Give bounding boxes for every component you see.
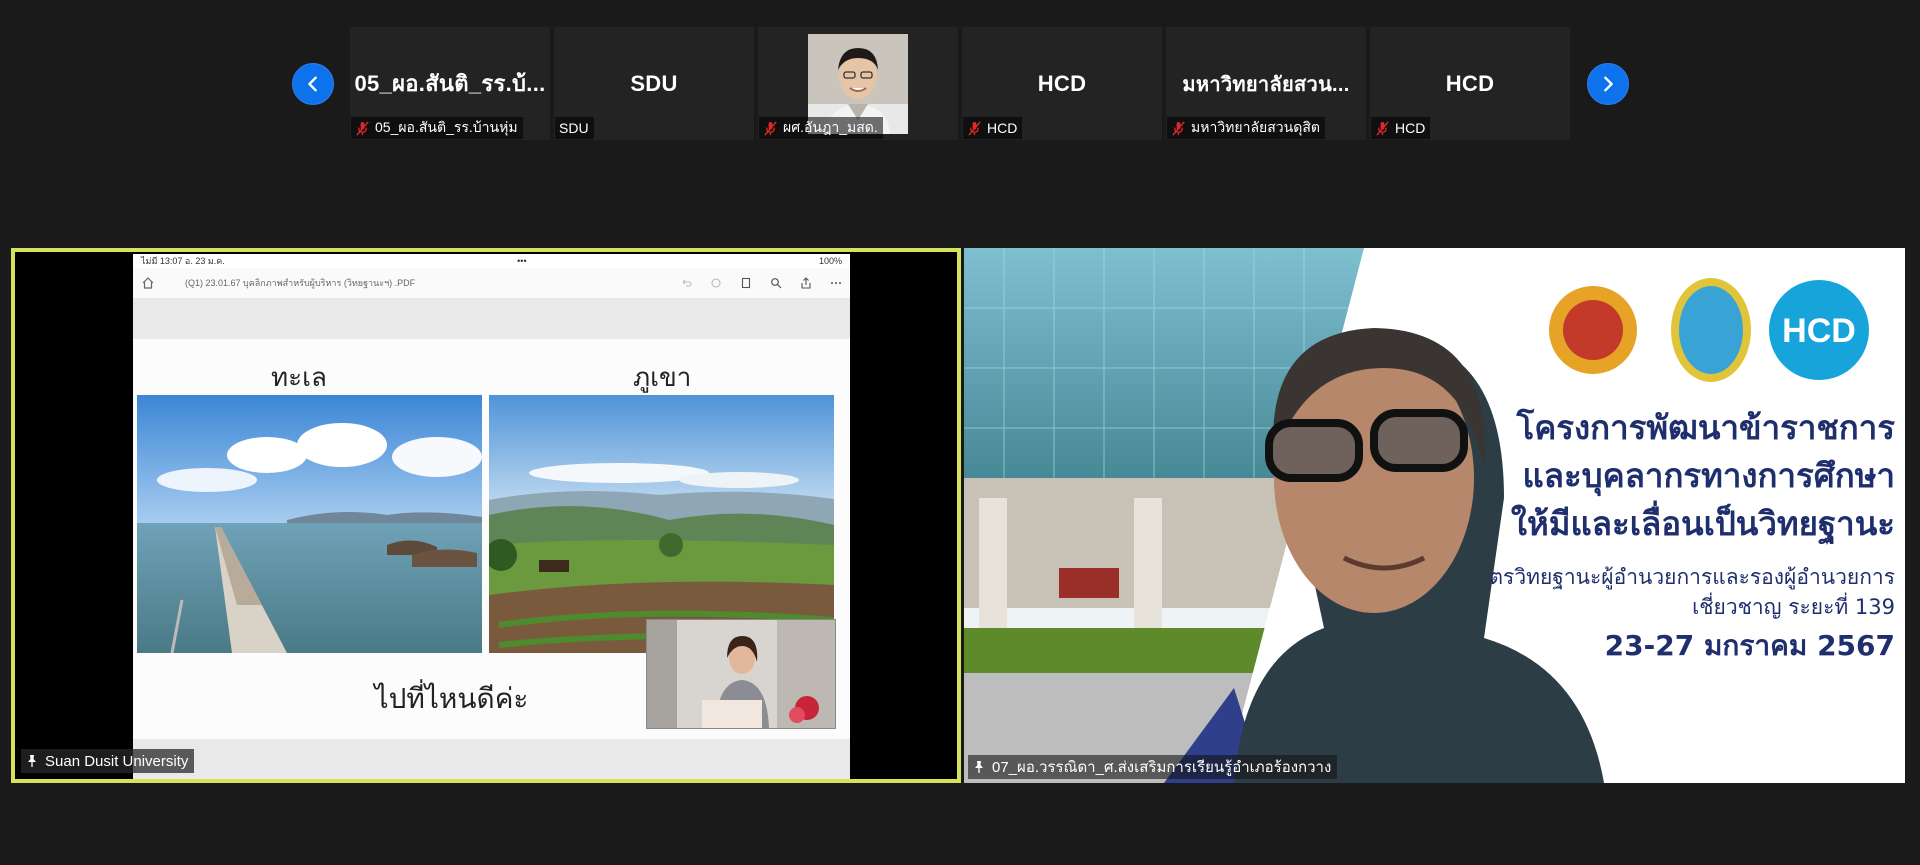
- participant-label: SDU: [555, 117, 594, 139]
- slide-heading-sea: ทะเล: [271, 363, 327, 393]
- mic-muted-icon: [1172, 120, 1185, 136]
- document-toolbar: (Q1) 23.01.67 บุคลิกภาพสำหรับผู้บริหาร (…: [133, 268, 850, 299]
- participant-name: 05_ผอ.สันติ_รร.บ้านหุ่ม: [375, 119, 518, 135]
- status-dots: •••: [517, 256, 527, 266]
- status-time: ไม่มี 13:07 อ. 23 ม.ค.: [141, 256, 225, 266]
- participant-name: Suan Dusit University: [45, 752, 189, 770]
- document-title: (Q1) 23.01.67 บุคลิกภาพสำหรับผู้บริหาร (…: [185, 278, 416, 288]
- chevron-right-icon: [1604, 76, 1613, 92]
- participant-name: SDU: [559, 120, 589, 136]
- markup-icon: [710, 277, 722, 289]
- mic-muted-icon: [356, 120, 369, 136]
- share-icon: [800, 277, 812, 289]
- banner-line-5: เชี่ยวชาญ ระยะที่ 139: [1692, 595, 1895, 619]
- participant-name: ผศ.อันฎา_มสด.: [783, 119, 878, 135]
- banner-line-6: 23-27 มกราคม 2567: [1604, 629, 1895, 662]
- strip-previous-button[interactable]: [292, 63, 334, 105]
- pin-icon: [28, 755, 36, 767]
- strip-next-button[interactable]: [1587, 63, 1629, 105]
- participant-name-tag: Suan Dusit University: [21, 749, 195, 773]
- participant-thumb-video[interactable]: ผศ.อันฎา_มสด.: [758, 27, 958, 140]
- pin-icon: [975, 761, 983, 773]
- hcd-logo-text: HCD: [1782, 312, 1856, 350]
- banner-line-3: ให้มีและเลื่อนเป็นวิทยฐานะ: [1510, 504, 1895, 543]
- chevron-left-icon: [308, 76, 317, 92]
- participant-name: HCD: [1395, 120, 1426, 136]
- participant-thumb[interactable]: HCD HCD: [1370, 27, 1570, 140]
- mic-muted-icon: [764, 120, 777, 136]
- home-icon: [142, 277, 154, 289]
- participant-thumb[interactable]: HCD HCD: [962, 27, 1162, 140]
- participant-thumb[interactable]: มหาวิทยาลัยสวน... มหาวิทยาลัยสวนดุสิต: [1166, 27, 1366, 140]
- participant-name: HCD: [987, 120, 1018, 136]
- device-status-bar: ไม่มี 13:07 อ. 23 ม.ค. ••• 100%: [133, 254, 850, 268]
- participant-thumb[interactable]: 05_ผอ.สันติ_รร.บ้... 05_ผอ.สันติ_รร.บ้าน…: [350, 27, 550, 140]
- undo-icon: [680, 277, 692, 289]
- page-icon: [740, 277, 752, 289]
- mic-muted-icon: [1376, 120, 1389, 136]
- participant-thumb[interactable]: SDU SDU: [554, 27, 754, 140]
- sea-photo: [137, 395, 482, 653]
- mic-muted-icon: [968, 120, 981, 136]
- presenter-pip-video: [646, 619, 836, 729]
- participant-label: HCD: [1371, 117, 1431, 139]
- participant-label: มหาวิทยาลัยสวนดุสิต: [1167, 117, 1325, 139]
- more-icon: [830, 277, 842, 289]
- status-battery: 100%: [818, 256, 842, 266]
- banner-line-2: และบุคลากรทางการศึกษา: [1522, 456, 1895, 495]
- participant-label: 05_ผอ.สันติ_รร.บ้านหุ่ม: [351, 117, 523, 139]
- participant-label: ผศ.อันฎา_มสด.: [759, 117, 883, 139]
- search-icon: [770, 277, 782, 289]
- participant-name: มหาวิทยาลัยสวนดุสิต: [1191, 119, 1320, 135]
- participant-name: 07_ผอ.วรรณิดา_ศ.ส่งเสริมการเรียนรู้อำเภอ…: [992, 759, 1332, 776]
- video-tile-screen-share[interactable]: ไม่มี 13:07 อ. 23 ม.ค. ••• 100% (Q1) 23.…: [11, 248, 961, 783]
- participant-label: HCD: [963, 117, 1023, 139]
- shared-screen: ไม่มี 13:07 อ. 23 ม.ค. ••• 100% (Q1) 23.…: [133, 254, 850, 779]
- slide-heading-mountain: ภูเขา: [633, 363, 692, 393]
- banner-line-4: ตรวิทยฐานะผู้อำนวยการและรองผู้อำนวยการ: [1489, 565, 1895, 589]
- slide-area: ทะเล ภูเขา ไปที่ไหนดีค่ะ: [133, 299, 850, 779]
- slide: ทะเล ภูเขา ไปที่ไหนดีค่ะ: [133, 339, 850, 739]
- banner-line-1: โครงการพัฒนาข้าราชการ: [1516, 408, 1895, 447]
- video-tile-speaker[interactable]: HCD โครงการพัฒนาข้าราชการ และบุคลากรทางก…: [964, 248, 1905, 783]
- participant-name-tag: 07_ผอ.วรรณิดา_ศ.ส่งเสริมการเรียนรู้อำเภอ…: [968, 755, 1338, 779]
- mountain-photo: [489, 395, 834, 653]
